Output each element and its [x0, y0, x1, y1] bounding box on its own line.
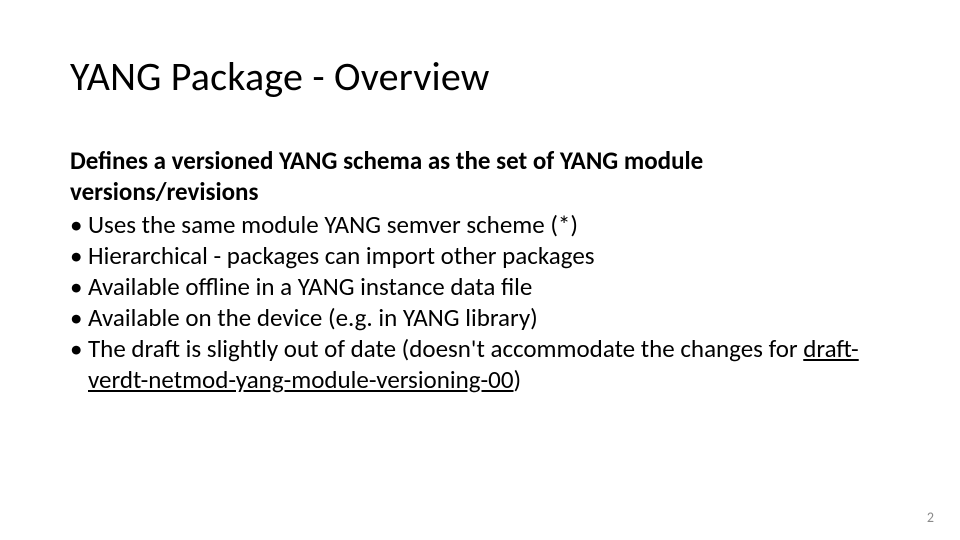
- bullet-text-before: The draft is slightly out of date (doesn…: [88, 333, 803, 364]
- slide-title: YANG Package - Overview: [70, 55, 890, 99]
- page-number: 2: [927, 509, 934, 526]
- bullet-list: Uses the same module YANG semver scheme …: [70, 209, 890, 395]
- bullet-item: Hierarchical - packages can import other…: [70, 240, 890, 271]
- lead-paragraph: Defines a versioned YANG schema as the s…: [70, 145, 890, 207]
- slide-body: Defines a versioned YANG schema as the s…: [70, 145, 890, 395]
- bullet-item: Available offline in a YANG instance dat…: [70, 271, 890, 302]
- bullet-item-last: The draft is slightly out of date (doesn…: [70, 333, 890, 395]
- bullet-text-after: ): [514, 364, 522, 395]
- slide: YANG Package - Overview Defines a versio…: [0, 0, 960, 540]
- bullet-item: Available on the device (e.g. in YANG li…: [70, 302, 890, 333]
- bullet-item: Uses the same module YANG semver scheme …: [70, 209, 890, 240]
